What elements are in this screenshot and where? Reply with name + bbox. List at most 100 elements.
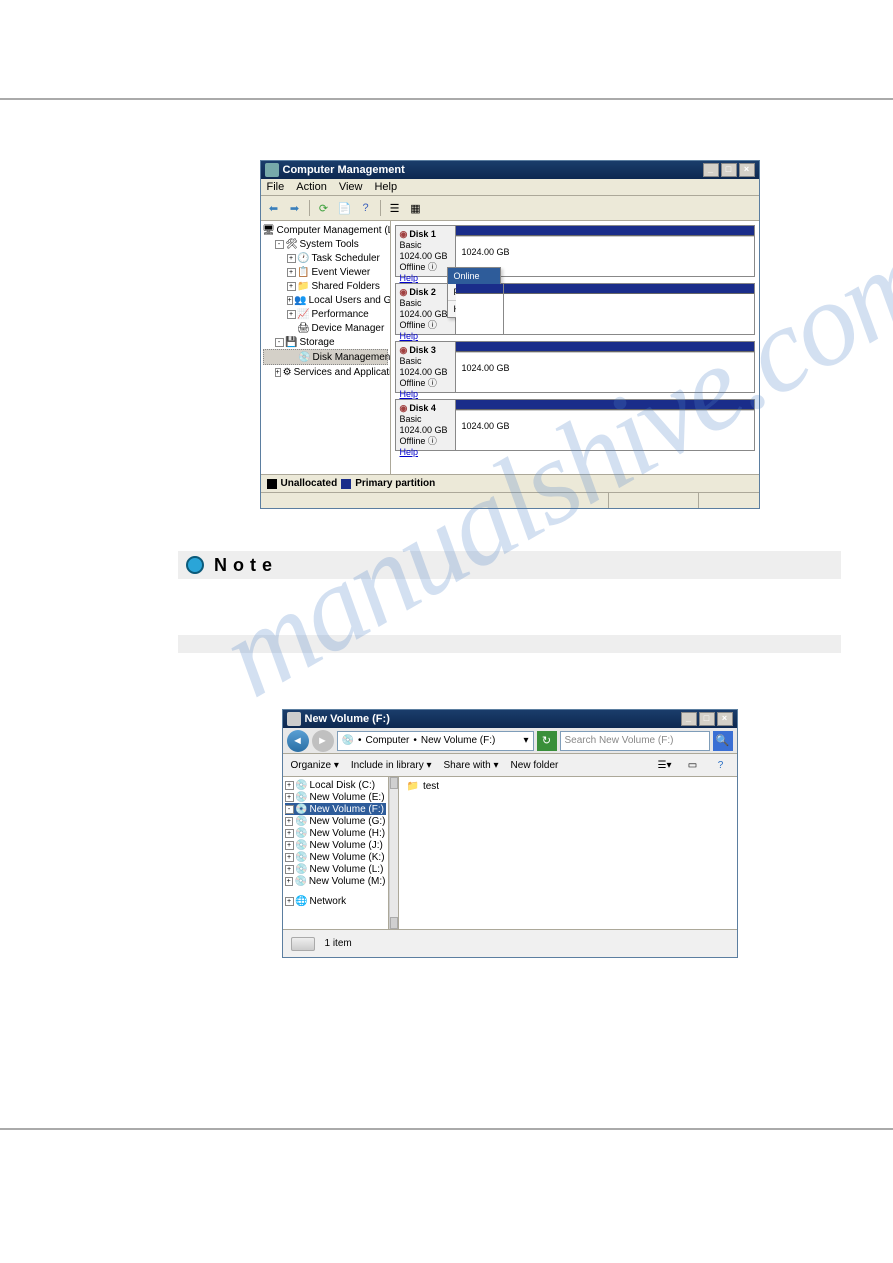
cm-toolbar: ⬅ ➡ ⟳ 📄 ? ☰ ▦ (261, 196, 759, 221)
properties-icon[interactable]: 📄 (336, 199, 354, 217)
disk-bar[interactable]: 1024.00 GB (456, 342, 754, 392)
tree-local-users[interactable]: + 👥 Local Users and Groups (263, 293, 388, 307)
tools-icon: 🛠 (286, 238, 298, 250)
breadcrumb-computer[interactable]: Computer (365, 735, 409, 746)
menu-view[interactable]: View (339, 181, 363, 193)
expand-icon[interactable]: + (287, 282, 296, 291)
cmd-newfolder[interactable]: New folder (511, 760, 559, 771)
cmd-organize[interactable]: Organize ▾ (291, 760, 339, 771)
nav-back-button[interactable]: ◄ (287, 730, 309, 752)
disk-help-link[interactable]: Help (400, 389, 451, 400)
disk-type: Basic (400, 356, 451, 367)
expand-icon[interactable]: - (275, 240, 284, 249)
tree-volume[interactable]: +💿New Volume (E:) (285, 791, 386, 803)
disk-name: Disk 3 (409, 345, 436, 355)
tree-event-viewer[interactable]: + 📋 Event Viewer (263, 265, 388, 279)
disk-help-link[interactable]: Help (400, 447, 451, 458)
tree-volume[interactable]: +💿New Volume (L:) (285, 863, 386, 875)
search-input[interactable]: Search New Volume (F:) (560, 731, 710, 751)
tree-task-scheduler[interactable]: + 🕐 Task Scheduler (263, 251, 388, 265)
expand-icon[interactable]: + (285, 841, 294, 850)
refresh-icon[interactable]: ⟳ (315, 199, 333, 217)
tree-label: New Volume (F:) (310, 804, 384, 815)
disk-info: ◉Disk 4 Basic 1024.00 GB Offline ⓘ Help (396, 400, 456, 450)
tree-volume[interactable]: +💿New Volume (K:) (285, 851, 386, 863)
disk-bar[interactable]: 1024.00 GB (456, 400, 754, 450)
help-icon[interactable]: ? (713, 757, 729, 773)
tree-volume[interactable]: +💿New Volume (H:) (285, 827, 386, 839)
view-menu-icon[interactable]: ☰▾ (657, 757, 673, 773)
disk-bar[interactable] (456, 284, 754, 334)
grid-icon[interactable]: ▦ (407, 199, 425, 217)
address-bar[interactable]: 💿 • Computer • New Volume (F:) ▾ (337, 731, 534, 751)
dropdown-icon[interactable]: ▾ (523, 735, 528, 746)
help-icon[interactable]: ? (357, 199, 375, 217)
page-top-rule (0, 98, 893, 100)
expand-icon[interactable]: + (285, 793, 294, 802)
minimize-button[interactable]: _ (703, 163, 719, 177)
expand-icon[interactable]: + (287, 268, 296, 277)
tree-volume[interactable]: +💿New Volume (J:) (285, 839, 386, 851)
expand-icon[interactable]: + (285, 829, 294, 838)
tree-root[interactable]: 🖥 Computer Management (Local) (263, 223, 388, 237)
tree-device-manager[interactable]: 🖨 Device Manager (263, 321, 388, 335)
cm-tree-panel: 🖥 Computer Management (Local) - 🛠 System… (261, 221, 391, 474)
menu-file[interactable]: File (267, 181, 285, 193)
menu-help[interactable]: Help (374, 181, 397, 193)
cm-app-icon (265, 163, 279, 177)
expand-icon[interactable]: + (285, 781, 294, 790)
close-button[interactable]: × (739, 163, 755, 177)
expand-icon[interactable]: + (285, 817, 294, 826)
tree-scrollbar[interactable] (389, 777, 399, 929)
cmd-share[interactable]: Share with ▾ (444, 760, 499, 771)
tree-shared-folders[interactable]: + 📁 Shared Folders (263, 279, 388, 293)
expand-icon[interactable]: + (287, 310, 296, 319)
expand-icon[interactable]: + (275, 368, 281, 377)
list-icon[interactable]: ☰ (386, 199, 404, 217)
drive-icon: 💿 (296, 779, 308, 791)
disk-help-link[interactable]: Help (400, 331, 451, 342)
tree-label: Performance (312, 309, 369, 320)
minimize-button[interactable]: _ (681, 712, 697, 726)
menu-online[interactable]: Online (448, 268, 500, 284)
tree-system-tools[interactable]: - 🛠 System Tools (263, 237, 388, 251)
search-button[interactable]: 🔍 (713, 731, 733, 751)
maximize-button[interactable]: □ (721, 163, 737, 177)
tree-services-apps[interactable]: + ⚙ Services and Applications (263, 365, 388, 379)
tree-volume[interactable]: +💿New Volume (M:) (285, 875, 386, 887)
cmd-include[interactable]: Include in library ▾ (351, 760, 432, 771)
disk-row[interactable]: ◉Disk 3 Basic 1024.00 GB Offline ⓘ Help … (395, 341, 755, 393)
go-button[interactable]: ↻ (537, 731, 557, 751)
menu-action[interactable]: Action (296, 181, 327, 193)
forward-icon[interactable]: ➡ (286, 199, 304, 217)
preview-pane-icon[interactable]: ▭ (685, 757, 701, 773)
tree-local-disk[interactable]: +💿Local Disk (C:) (285, 779, 386, 791)
cm-statusbar (261, 492, 759, 508)
tree-disk-management[interactable]: 💿 Disk Management (263, 349, 388, 365)
tree-storage[interactable]: - 💾 Storage (263, 335, 388, 349)
exp-main-panel[interactable]: 📁 test (399, 777, 737, 929)
expand-icon[interactable]: + (287, 254, 296, 263)
expand-icon[interactable]: - (275, 338, 284, 347)
maximize-button[interactable]: □ (699, 712, 715, 726)
legend-swatch-primary (341, 479, 351, 489)
breadcrumb-current[interactable]: New Volume (F:) (421, 735, 495, 746)
expand-icon[interactable]: + (285, 853, 294, 862)
expand-icon[interactable]: + (285, 897, 294, 906)
disk-help-link[interactable]: Help (400, 273, 451, 284)
expand-icon[interactable]: + (287, 296, 293, 305)
expand-icon[interactable]: - (285, 805, 294, 814)
disk-row[interactable]: ◉Disk 4 Basic 1024.00 GB Offline ⓘ Help … (395, 399, 755, 451)
nav-forward-button[interactable]: ► (312, 730, 334, 752)
tree-volume-selected[interactable]: -💿New Volume (F:) (285, 803, 386, 815)
expand-icon[interactable]: + (285, 877, 293, 886)
folder-item[interactable]: 📁 test (407, 781, 729, 792)
tree-network[interactable]: +🌐Network (285, 895, 386, 907)
tree-volume[interactable]: +💿New Volume (G:) (285, 815, 386, 827)
close-button[interactable]: × (717, 712, 733, 726)
expand-icon[interactable]: + (285, 865, 294, 874)
tree-performance[interactable]: + 📈 Performance (263, 307, 388, 321)
tree-label: Storage (300, 337, 335, 348)
network-icon: 🌐 (296, 895, 308, 907)
back-icon[interactable]: ⬅ (265, 199, 283, 217)
